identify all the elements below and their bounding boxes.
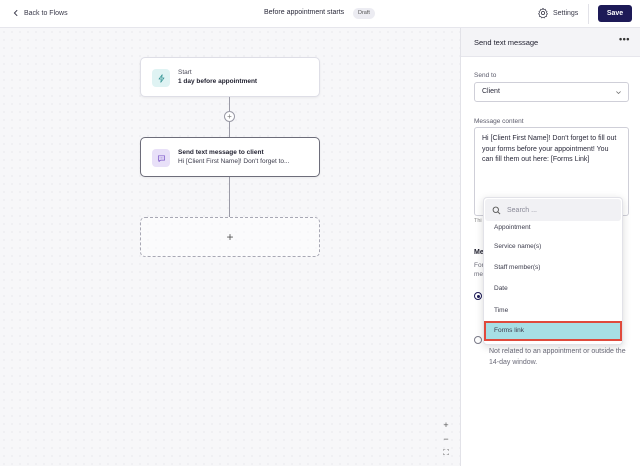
dropdown-item-forms-link[interactable]: Forms link [484, 321, 622, 341]
back-label: Back to Flows [24, 9, 68, 17]
insert-step-button[interactable]: + [224, 111, 235, 122]
connector-line [229, 177, 230, 217]
settings-label: Settings [553, 9, 579, 17]
connector-line [229, 97, 230, 111]
message-hint: Thi [474, 218, 482, 224]
start-node[interactable]: Start 1 day before appointment [140, 57, 320, 97]
chevron-down-icon [616, 91, 621, 95]
start-node-subtitle: 1 day before appointment [178, 78, 258, 85]
send-node-label: Send text message to client [178, 149, 264, 156]
chevron-left-icon [13, 9, 18, 17]
section-text-line2: me [474, 271, 484, 278]
send-to-label: Send to [474, 72, 497, 79]
dropdown-item-appointment[interactable]: Appointment [485, 218, 621, 238]
dropdown-item-staff-members[interactable]: Staff member(s) [485, 258, 621, 278]
add-step-placeholder[interactable]: + [140, 217, 320, 257]
gear-icon [538, 7, 548, 19]
flow-title: Before appointment starts [264, 9, 345, 16]
dropdown-item-service-names[interactable]: Service name(s) [485, 237, 621, 257]
save-button[interactable]: Save [598, 5, 632, 22]
panel-title: Send text message [474, 38, 539, 47]
send-to-select[interactable]: Client [474, 82, 629, 102]
panel-header: Send text message ••• [461, 28, 640, 57]
dropdown-item-time[interactable]: Time [485, 301, 621, 321]
connector-line [229, 122, 230, 137]
zoom-out-button[interactable]: − [439, 433, 453, 445]
radio-option-appointment[interactable] [474, 292, 482, 300]
zoom-in-button[interactable]: + [439, 419, 453, 431]
top-bar: Back to Flows Before appointment starts … [0, 0, 640, 28]
more-options-button[interactable]: ••• [619, 34, 630, 44]
back-to-flows-link[interactable]: Back to Flows [12, 9, 68, 17]
start-node-label: Start [178, 69, 192, 76]
flow-canvas[interactable]: Start 1 day before appointment + Send te… [0, 28, 460, 466]
settings-button[interactable]: Settings [537, 7, 578, 19]
send-to-value: Client [482, 88, 500, 95]
radio-option-unrelated[interactable] [474, 336, 482, 344]
status-badge: Draft [353, 8, 375, 19]
send-node-subtitle: Hi [Client First Name]! Don't forget to.… [178, 158, 290, 165]
radio-option-description: Not related to an appointment or outside… [489, 348, 626, 366]
send-text-node[interactable]: Send text message to client Hi [Client F… [140, 137, 320, 177]
insert-variable-dropdown: Search ... Appointment Service name(s) S… [483, 197, 623, 345]
message-content-label: Message content [474, 118, 524, 125]
chat-bubble-icon [152, 149, 170, 167]
search-icon [492, 206, 501, 214]
toolbar-divider [588, 4, 589, 24]
fit-view-button[interactable]: ⛶ [439, 447, 453, 459]
dropdown-item-date[interactable]: Date [485, 279, 621, 299]
lightning-icon [152, 69, 170, 87]
search-placeholder: Search ... [507, 206, 537, 214]
